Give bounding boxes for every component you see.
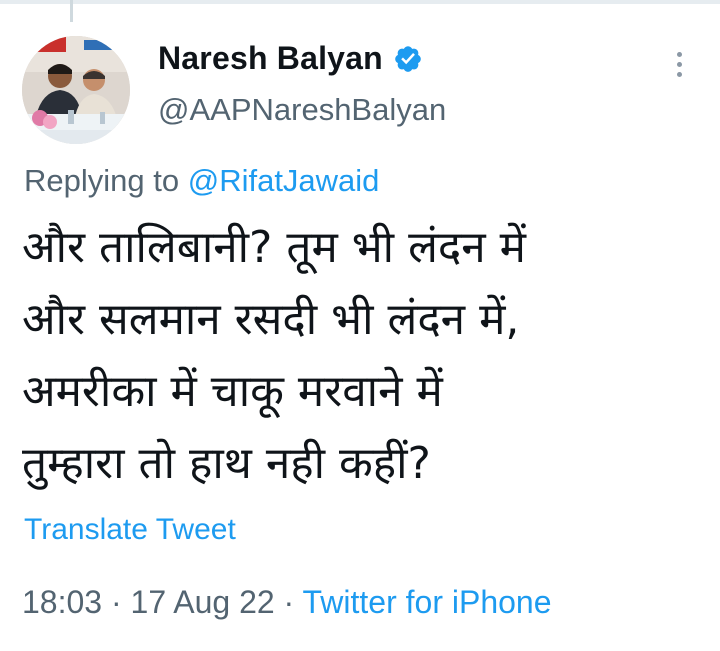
- reply-mention-link[interactable]: @RifatJawaid: [188, 163, 380, 198]
- tweet-source-link[interactable]: Twitter for iPhone: [303, 584, 552, 620]
- avatar-photo-icon: [22, 36, 130, 144]
- more-dot: [676, 51, 682, 57]
- tweet-text: और तालिबानी? तूम भी लंदन में और सलमान रस…: [22, 212, 702, 500]
- verified-badge-icon: [395, 45, 421, 72]
- replying-to-label: Replying to: [24, 163, 180, 198]
- author-handle[interactable]: @AAPNareshBalyan: [158, 92, 446, 128]
- previous-tweet-divider: [0, 0, 720, 22]
- translate-tweet-link[interactable]: Translate Tweet: [24, 513, 236, 547]
- avatar[interactable]: [22, 36, 130, 144]
- tweet-line: तुम्हारा तो हाथ नही कहीं?: [22, 438, 431, 489]
- meta-separator: ·: [283, 584, 295, 620]
- tweet-metadata: 18:03 · 17 Aug 22 · Twitter for iPhone: [22, 584, 552, 621]
- replying-to: Replying to @RifatJawaid: [24, 163, 379, 199]
- tweet-line: और सलमान रसदी भी लंदन में,: [22, 294, 520, 345]
- tweet-line: अमरीका में चाकू मरवाने में: [22, 366, 443, 417]
- author-name-row[interactable]: Naresh Balyan: [158, 40, 423, 77]
- more-options-icon[interactable]: [664, 46, 694, 82]
- tweet-line: और तालिबानी? तूम भी लंदन में: [22, 222, 526, 273]
- meta-separator: ·: [110, 584, 122, 620]
- more-dot: [676, 71, 682, 77]
- thread-connector-line: [70, 0, 73, 22]
- tweet-time[interactable]: 18:03: [22, 584, 102, 620]
- author-name[interactable]: Naresh Balyan: [158, 40, 383, 77]
- tweet-date[interactable]: 17 Aug 22: [131, 584, 275, 620]
- more-dot: [676, 61, 682, 67]
